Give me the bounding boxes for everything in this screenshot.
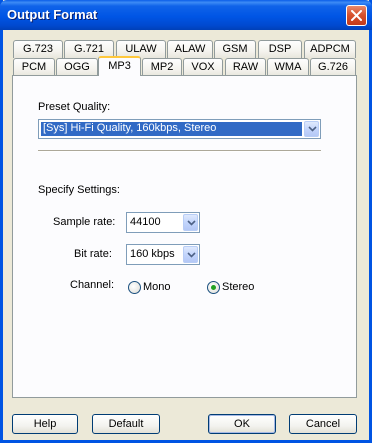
cancel-button[interactable]: Cancel: [289, 414, 357, 434]
sample-rate-select[interactable]: 44100: [126, 212, 200, 233]
tab-adpcm[interactable]: ADPCM: [304, 40, 356, 58]
preset-quality-value: [Sys] Hi-Fi Quality, 160kbps, Stereo: [41, 122, 302, 136]
tab-wma[interactable]: WMA: [267, 58, 309, 76]
chevron-down-icon: [187, 219, 196, 226]
preset-quality-label: Preset Quality:: [38, 101, 111, 113]
channel-label: Channel:: [70, 279, 115, 291]
tab-ogg[interactable]: OGG: [56, 58, 98, 76]
close-button[interactable]: [346, 5, 367, 26]
tab-vox[interactable]: VOX: [183, 58, 223, 76]
sample-rate-label: Sample rate:: [53, 216, 116, 228]
preset-quality-select[interactable]: [Sys] Hi-Fi Quality, 160kbps, Stereo: [38, 119, 321, 139]
separator: [38, 150, 321, 152]
tab-raw[interactable]: RAW: [225, 58, 266, 76]
help-button[interactable]: Help: [12, 414, 78, 434]
sample-rate-dropdown-button[interactable]: [183, 214, 198, 231]
close-icon: [351, 10, 362, 21]
tab-g726[interactable]: G.726: [310, 58, 356, 76]
tab-gsm[interactable]: GSM: [214, 40, 256, 58]
channel-stereo-radio[interactable]: [207, 281, 220, 294]
chevron-down-icon: [308, 126, 317, 132]
bit-rate-select[interactable]: 160 kbps: [126, 244, 200, 265]
preset-dropdown-button[interactable]: [304, 121, 319, 137]
channel-mono-label[interactable]: Mono: [143, 281, 171, 293]
bit-rate-value: 160 kbps: [130, 248, 175, 260]
tab-pcm[interactable]: PCM: [13, 58, 55, 76]
ok-button[interactable]: OK: [208, 414, 276, 434]
channel-mono-radio[interactable]: [128, 281, 141, 294]
default-button[interactable]: Default: [92, 414, 160, 434]
tab-panel-mp3: Preset Quality: [Sys] Hi-Fi Quality, 160…: [12, 75, 357, 398]
chevron-down-icon: [187, 251, 196, 258]
channel-stereo-label[interactable]: Stereo: [222, 281, 254, 293]
bit-rate-dropdown-button[interactable]: [183, 246, 198, 263]
window-title: Output Format: [7, 7, 98, 22]
title-bar[interactable]: Output Format: [0, 0, 372, 30]
sample-rate-value: 44100: [130, 216, 161, 228]
bit-rate-label: Bit rate:: [74, 248, 112, 260]
specify-settings-heading: Specify Settings:: [38, 184, 120, 196]
tab-mp2[interactable]: MP2: [142, 58, 182, 76]
tab-dsp[interactable]: DSP: [258, 40, 302, 58]
radio-selected-dot: [211, 285, 216, 290]
tab-alaw[interactable]: ALAW: [167, 40, 213, 58]
tab-mp3[interactable]: MP3: [98, 56, 141, 76]
tab-g723[interactable]: G.723: [13, 40, 63, 58]
